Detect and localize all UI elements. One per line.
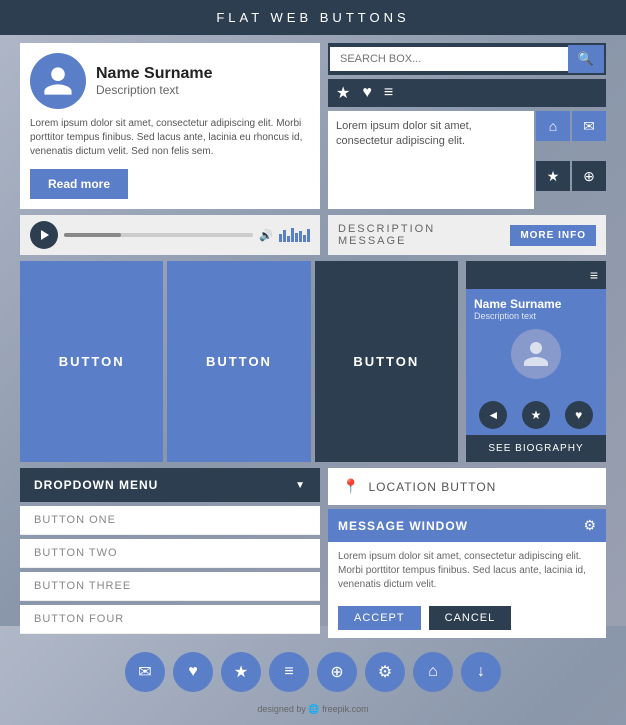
footer-text: designed by 🌐 freepik.com <box>257 704 368 714</box>
hamburger-icon[interactable]: ≡ <box>590 267 598 283</box>
search-bar: 🔍 <box>328 43 606 75</box>
bar-4 <box>291 228 294 242</box>
profile-top: Name Surname Description text <box>30 53 310 109</box>
settings-icon[interactable]: ⚙ <box>583 517 596 534</box>
message-actions: ACCEPT CANCEL <box>328 600 606 638</box>
menu-item-3[interactable]: BUTTON THREE <box>20 572 320 601</box>
play-button[interactable] <box>30 221 58 249</box>
row-4: DROPDOWN MENU ▼ BUTTON ONE BUTTON TWO BU… <box>20 468 606 638</box>
right-column: 📍 LOCATION BUTTON MESSAGE WINDOW ⚙ Lorem… <box>328 468 606 638</box>
menu-icon[interactable]: ≡ <box>384 84 393 102</box>
profile-description: Description text <box>96 83 213 97</box>
location-button[interactable]: 📍 LOCATION BUTTON <box>328 468 606 505</box>
button-row: BUTTON BUTTON BUTTON <box>20 261 458 462</box>
chevron-down-icon: ▼ <box>295 480 306 491</box>
icon-grid: ⌂ ✉ ★ ⊕ <box>536 111 606 209</box>
accept-button[interactable]: ACCEPT <box>338 606 421 630</box>
mobile-card: ≡ Name Surname Description text ◄ ★ ♥ SE… <box>466 261 606 462</box>
profile-name: Name Surname <box>96 65 213 83</box>
see-biography-button[interactable]: SEE BIOGRAPHY <box>466 435 606 462</box>
share-button[interactable]: ◄ <box>479 401 507 429</box>
profile-info: Name Surname Description text <box>96 65 213 97</box>
mobile-name: Name Surname <box>474 297 598 311</box>
circle-gear-button[interactable]: ⚙ <box>365 652 405 692</box>
circle-download-button[interactable]: ↓ <box>461 652 501 692</box>
dropdown-menu-button[interactable]: DROPDOWN MENU ▼ <box>20 468 320 502</box>
right-panel: 🔍 ★ ♥ ≡ Lorem ipsum dolor sit amet, cons… <box>328 43 606 209</box>
star-button[interactable]: ★ <box>522 401 550 429</box>
footer: designed by 🌐 freepik.com <box>20 702 606 717</box>
row-3: BUTTON BUTTON BUTTON ≡ Name Surname Desc… <box>20 261 606 462</box>
description-message-bar: DESCRIPTION MESSAGE MORE INFO <box>328 215 606 255</box>
bottom-icon-row: ✉ ♥ ★ ≡ ⊕ ⚙ ⌂ ↓ <box>20 644 606 696</box>
description-label: DESCRIPTION MESSAGE <box>338 223 502 247</box>
circle-menu-button[interactable]: ≡ <box>269 652 309 692</box>
row-2: 🔊 DESCRIPTION MESSAGE MORE INFO <box>20 215 606 255</box>
location-label: LOCATION BUTTON <box>368 480 496 494</box>
audio-player: 🔊 <box>20 215 320 255</box>
profile-card: Name Surname Description text Lorem ipsu… <box>20 43 320 209</box>
home-icon-box[interactable]: ⌂ <box>536 111 570 141</box>
progress-fill <box>64 233 121 237</box>
menu-item-4[interactable]: BUTTON FOUR <box>20 605 320 634</box>
cancel-button[interactable]: CANCEL <box>429 606 512 630</box>
page-header: FLAT WEB BUTTONS <box>0 0 626 35</box>
circle-home-button[interactable]: ⌂ <box>413 652 453 692</box>
info-text: Lorem ipsum dolor sit amet, consectetur … <box>328 111 534 209</box>
heart-button[interactable]: ♥ <box>565 401 593 429</box>
button-3[interactable]: BUTTON <box>315 261 458 462</box>
menu-item-1[interactable]: BUTTON ONE <box>20 506 320 535</box>
bar-2 <box>283 230 286 242</box>
rss-icon-box[interactable]: ⊕ <box>572 161 606 191</box>
icon-row: ★ ♥ ≡ <box>328 79 606 107</box>
button-2[interactable]: BUTTON <box>167 261 310 462</box>
message-title: MESSAGE WINDOW <box>338 519 468 533</box>
bar-8 <box>307 229 310 242</box>
bar-6 <box>299 231 302 242</box>
mobile-avatar <box>511 329 561 379</box>
star-icon[interactable]: ★ <box>336 83 350 103</box>
mobile-header: ≡ <box>466 261 606 289</box>
left-column: DROPDOWN MENU ▼ BUTTON ONE BUTTON TWO BU… <box>20 468 320 638</box>
profile-body: Lorem ipsum dolor sit amet, consectetur … <box>30 117 310 159</box>
message-window: MESSAGE WINDOW ⚙ Lorem ipsum dolor sit a… <box>328 509 606 638</box>
mobile-desc: Description text <box>474 311 598 321</box>
bar-7 <box>303 235 306 242</box>
circle-email-button[interactable]: ✉ <box>125 652 165 692</box>
page-title: FLAT WEB BUTTONS <box>216 10 409 25</box>
mobile-profile: Name Surname Description text <box>466 289 606 395</box>
bar-5 <box>295 233 298 242</box>
circle-star-button[interactable]: ★ <box>221 652 261 692</box>
heart-icon[interactable]: ♥ <box>362 84 372 102</box>
search-input[interactable] <box>330 47 568 71</box>
dropdown-label: DROPDOWN MENU <box>34 478 158 492</box>
star-icon-box[interactable]: ★ <box>536 161 570 191</box>
avatar <box>30 53 86 109</box>
button-1[interactable]: BUTTON <box>20 261 163 462</box>
mobile-actions: ◄ ★ ♥ <box>466 395 606 435</box>
row-1: Name Surname Description text Lorem ipsu… <box>20 43 606 209</box>
menu-item-2[interactable]: BUTTON TWO <box>20 539 320 568</box>
circle-rss-button[interactable]: ⊕ <box>317 652 357 692</box>
volume-icon: 🔊 <box>259 229 273 242</box>
read-more-button[interactable]: Read more <box>30 169 128 199</box>
message-header: MESSAGE WINDOW ⚙ <box>328 509 606 542</box>
location-icon: 📍 <box>342 478 360 495</box>
bar-3 <box>287 236 290 242</box>
more-info-button[interactable]: MORE INFO <box>510 225 596 246</box>
email-icon-box[interactable]: ✉ <box>572 111 606 141</box>
info-section: Lorem ipsum dolor sit amet, consectetur … <box>328 111 606 209</box>
circle-heart-button[interactable]: ♥ <box>173 652 213 692</box>
equalizer-bars <box>279 228 310 242</box>
search-button[interactable]: 🔍 <box>568 45 604 73</box>
message-body: Lorem ipsum dolor sit amet, consectetur … <box>328 542 606 600</box>
progress-bar[interactable] <box>64 233 253 237</box>
bar-1 <box>279 234 282 242</box>
